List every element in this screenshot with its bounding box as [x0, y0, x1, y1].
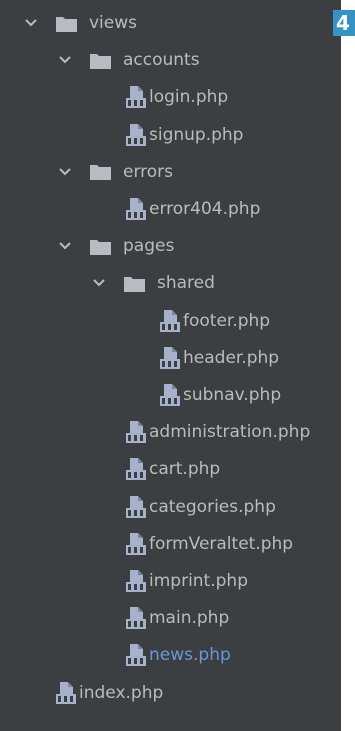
file-node-categories-php[interactable]: categories.php — [0, 489, 341, 525]
tree-node-label: categories.php — [149, 496, 276, 517]
file-node-subnav-php[interactable]: subnav.php — [0, 377, 341, 413]
folder-icon — [90, 238, 111, 255]
tree-node-label: error404.php — [149, 199, 261, 219]
file-node-login-php[interactable]: login.php — [0, 79, 341, 115]
php-file-icon — [126, 198, 146, 220]
php-file-icon — [126, 570, 146, 592]
file-node-signup-php[interactable]: signup.php — [0, 117, 341, 153]
tree-node-label: views — [89, 13, 138, 33]
php-file-icon — [126, 607, 146, 630]
tree-node-label: main.php — [149, 608, 230, 629]
tree-node-label: news.php — [149, 645, 231, 666]
tree-node-label: index.php — [79, 682, 164, 703]
php-file-icon — [160, 384, 180, 406]
tree-node-label: signup.php — [149, 124, 244, 145]
folder-icon — [56, 15, 77, 32]
file-node-cart-php[interactable]: cart.php — [0, 451, 341, 487]
folder-icon — [90, 52, 111, 69]
folder-node-shared[interactable]: shared — [0, 265, 341, 301]
folder-node-views[interactable]: views — [0, 5, 341, 41]
php-file-icon — [160, 346, 180, 369]
tree-node-label: footer.php — [183, 310, 271, 331]
php-file-icon — [126, 421, 146, 444]
tree-node-label: shared — [157, 273, 215, 294]
php-file-icon — [126, 644, 146, 667]
file-node-imprint-php[interactable]: imprint.php — [0, 563, 341, 599]
tree-node-label: header.php — [183, 347, 280, 368]
php-file-icon — [126, 86, 146, 109]
file-node-formveraltet-php[interactable]: formVeraltet.php — [0, 526, 341, 562]
folder-node-accounts[interactable]: accounts — [0, 42, 341, 78]
tree-node-label: accounts — [123, 50, 200, 71]
chevron-down-icon[interactable] — [58, 239, 72, 253]
tool-window-number-badge: 4 — [333, 10, 355, 36]
php-file-icon — [126, 458, 146, 481]
chevron-down-icon[interactable] — [58, 53, 72, 67]
folder-icon — [90, 163, 111, 181]
chevron-down-icon[interactable] — [24, 16, 38, 30]
folder-node-pages[interactable]: pages — [0, 228, 341, 264]
file-node-header-php[interactable]: header.php — [0, 340, 341, 376]
file-node-error404-php[interactable]: error404.php — [0, 191, 341, 227]
tree-node-label: formVeraltet.php — [149, 533, 294, 554]
tree-node-label: login.php — [149, 87, 229, 108]
tree-node-label: errors — [123, 161, 174, 182]
folder-node-errors[interactable]: errors — [0, 154, 341, 190]
project-tree-panel: views accounts login.php signup.php errors er… — [0, 0, 341, 731]
file-node-index-php[interactable]: index.php — [0, 675, 341, 711]
file-node-main-php[interactable]: main.php — [0, 600, 341, 636]
php-file-icon — [160, 309, 180, 332]
file-node-news-php[interactable]: news.php — [0, 637, 341, 673]
tree-node-label: administration.php — [149, 422, 311, 443]
file-node-administration-php[interactable]: administration.php — [0, 414, 341, 450]
chevron-down-icon[interactable] — [58, 165, 72, 179]
tree-node-label: imprint.php — [149, 571, 248, 591]
tree-node-label: pages — [123, 236, 175, 257]
php-file-icon — [126, 532, 146, 555]
tree-node-label: subnav.php — [183, 385, 282, 405]
php-file-icon — [126, 123, 146, 146]
tree-node-label: cart.php — [149, 459, 221, 480]
php-file-icon — [56, 681, 76, 704]
php-file-icon — [126, 495, 146, 518]
chevron-down-icon[interactable] — [92, 276, 106, 290]
folder-icon — [124, 275, 145, 292]
file-node-footer-php[interactable]: footer.php — [0, 303, 341, 339]
